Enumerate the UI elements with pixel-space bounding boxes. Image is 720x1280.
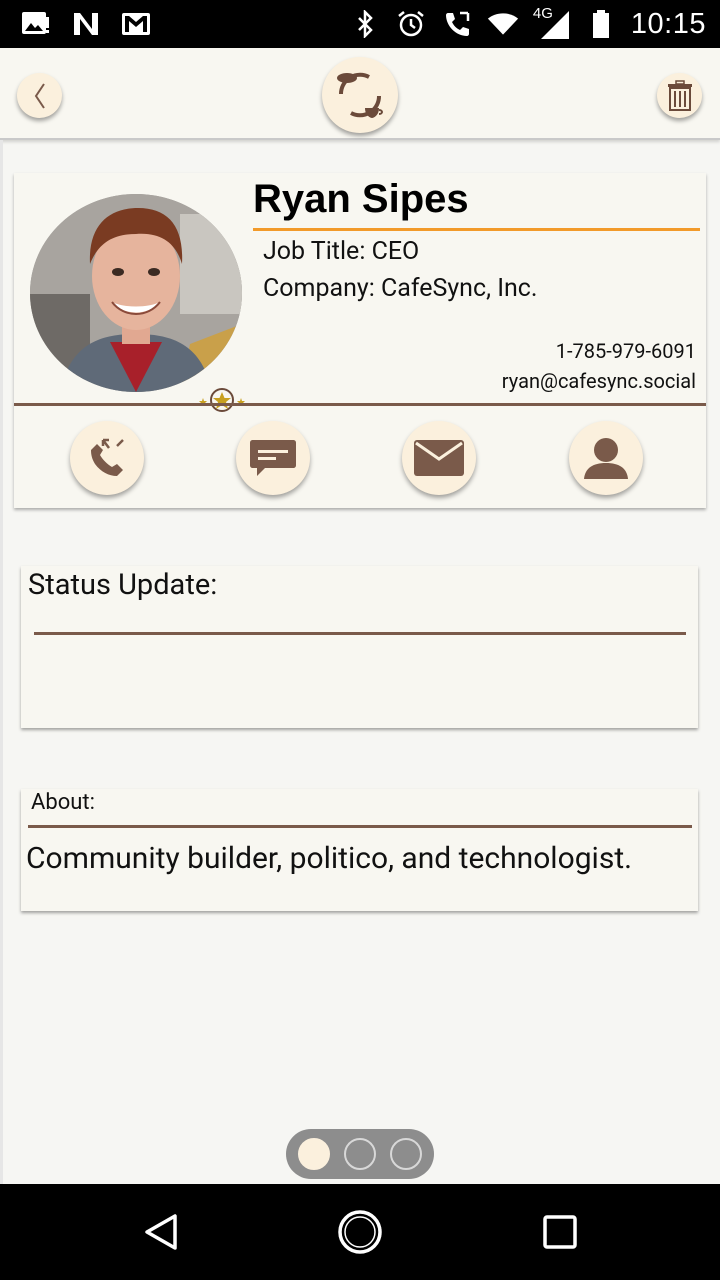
contact-name: Ryan Sipes: [253, 177, 469, 221]
page-dot-3[interactable]: [390, 1138, 422, 1170]
page-dot-1[interactable]: [298, 1138, 330, 1170]
about-text: Community builder, politico, and technol…: [26, 841, 633, 876]
battery-icon: [585, 8, 617, 40]
avatar[interactable]: [30, 194, 242, 392]
status-bar: 4G 10:15: [0, 0, 720, 48]
avatar-container: [30, 194, 245, 412]
bluetooth-icon: [349, 8, 381, 40]
navigation-bar: [0, 1184, 720, 1280]
card-divider: [14, 403, 706, 406]
profile-card: Ryan Sipes Job Title: CEO Company: CafeS…: [14, 173, 706, 508]
status-update-divider: [34, 632, 686, 635]
name-underline: [253, 228, 700, 231]
phone-number[interactable]: 1-785-979-6091: [556, 339, 696, 363]
cafesync-logo-icon: [337, 72, 383, 118]
cafesync-logo-button[interactable]: [322, 57, 398, 133]
chevron-left-icon: [34, 82, 45, 109]
recents-square-icon: [543, 1215, 577, 1249]
about-divider: [28, 825, 692, 828]
status-update-label: Status Update:: [28, 568, 218, 602]
contact-button[interactable]: [569, 421, 643, 495]
network-type-label: 4G: [532, 5, 553, 22]
profile-photo: [30, 194, 242, 392]
top-app-bar: [0, 48, 720, 140]
clock: 10:15: [630, 7, 706, 40]
wifi-icon: [487, 8, 519, 40]
page-dot-2[interactable]: [344, 1138, 376, 1170]
chat-bubble-icon: [250, 440, 296, 476]
status-update-card: Status Update:: [21, 566, 698, 728]
phone-icon: [91, 438, 124, 476]
email-button[interactable]: [402, 421, 476, 495]
stars-badge-icon: [199, 388, 245, 412]
home-circle-icon: [338, 1210, 382, 1254]
email-address[interactable]: ryan@cafesync.social: [502, 369, 696, 393]
nav-recents-button[interactable]: [536, 1208, 584, 1256]
page-indicator: [286, 1129, 434, 1179]
nav-home-button[interactable]: [336, 1208, 384, 1256]
n-notification-icon: [70, 8, 102, 40]
envelope-icon: [414, 440, 464, 476]
delete-button[interactable]: [657, 73, 702, 118]
about-card: About: Community builder, politico, and …: [21, 789, 698, 911]
back-triangle-icon: [145, 1214, 177, 1250]
back-button[interactable]: [17, 73, 62, 118]
message-button[interactable]: [236, 421, 310, 495]
company-name: Company: CafeSync, Inc.: [263, 274, 538, 303]
left-edge-divider: [0, 140, 3, 1184]
alarm-icon: [395, 8, 427, 40]
person-icon: [584, 438, 628, 479]
job-title: Job Title: CEO: [263, 237, 420, 266]
call-button[interactable]: [70, 421, 144, 495]
cell-signal-icon: 4G: [532, 5, 571, 41]
nav-back-button[interactable]: [137, 1208, 185, 1256]
trash-icon: [667, 79, 692, 111]
gmail-icon: [120, 8, 152, 40]
call-icon: [441, 8, 473, 40]
about-label: About:: [31, 790, 95, 815]
gallery-notification-icon: [20, 8, 52, 40]
